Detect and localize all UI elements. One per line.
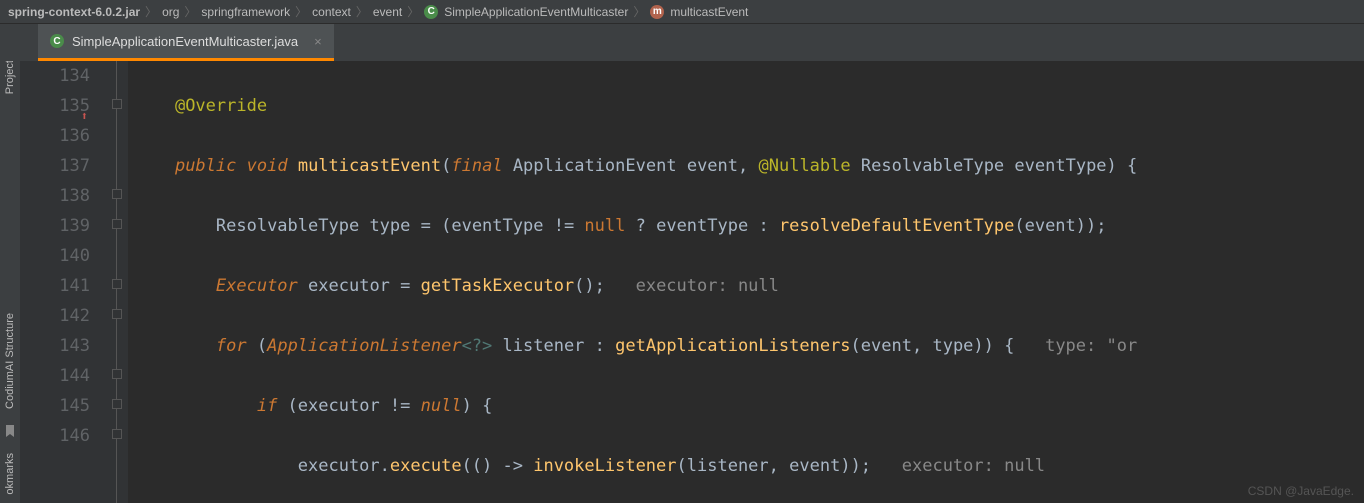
class-file-icon: C [50,34,64,48]
breadcrumb-pkg[interactable]: context [312,5,351,19]
annotation: @Nullable [759,156,851,176]
parameter: event [1025,216,1076,236]
override-marker-icon[interactable]: ⬆ [78,101,88,111]
chevron-right-icon: 〉 [356,3,368,20]
fold-toggle-icon[interactable] [112,219,122,229]
parameter: event [861,336,912,356]
codium-structure-tool-button[interactable]: CodiumAI Structure [2,305,18,417]
variable: listener [503,336,585,356]
type: ApplicationEvent [513,156,677,176]
method-call: getApplicationListeners [615,336,850,356]
parameter: event [687,156,738,176]
tool-window-rail: Project CodiumAI Structure okmarks [0,24,20,503]
line-number[interactable]: 137 [20,151,90,181]
line-number[interactable]: 143 [20,331,90,361]
editor-tab[interactable]: C SimpleApplicationEventMulticaster.java… [38,24,334,61]
type: Executor [216,276,298,296]
keyword: for [216,336,247,356]
keyword: if [257,396,277,416]
variable: type [932,336,973,356]
breadcrumb-pkg[interactable]: org [162,5,179,19]
line-number[interactable]: 134 [20,61,90,91]
breadcrumb-method-label: multicastEvent [670,5,748,19]
line-number[interactable]: 141 [20,271,90,301]
line-number[interactable]: 135⬆ [20,91,90,121]
breadcrumb-class-label: SimpleApplicationEventMulticaster [444,5,628,19]
line-number[interactable]: 142 [20,301,90,331]
fold-toggle-icon[interactable] [112,99,122,109]
bookmarks-icon[interactable] [2,423,18,439]
class-icon: C [424,5,438,19]
code-line[interactable]: ResolvableType type = (eventType != null… [128,211,1364,241]
keyword: null [421,396,462,416]
method-name: multicastEvent [298,156,441,176]
line-number[interactable]: 145 [20,391,90,421]
code-line[interactable]: public void multicastEvent(final Applica… [128,151,1364,181]
breadcrumb-library[interactable]: spring-context-6.0.2.jar [8,5,140,19]
parameter: event [789,456,840,476]
chevron-right-icon: 〉 [184,3,196,20]
code-line[interactable]: @Override [128,91,1364,121]
generic: <?> [462,336,493,356]
code-area[interactable]: @Override public void multicastEvent(fin… [128,61,1364,503]
variable: executor [308,276,390,296]
watermark-label: CSDN @JavaEdge. [1248,484,1354,498]
method-call: resolveDefaultEventType [779,216,1014,236]
breadcrumb-pkg[interactable]: event [373,5,402,19]
chevron-right-icon: 〉 [145,3,157,20]
code-line[interactable]: for (ApplicationListener<?> listener : g… [128,331,1364,361]
chevron-right-icon: 〉 [407,3,419,20]
bookmarks-tool-button[interactable]: okmarks [2,445,18,503]
breadcrumb-class[interactable]: C SimpleApplicationEventMulticaster [424,5,628,19]
chevron-right-icon: 〉 [295,3,307,20]
parameter: eventType [1014,156,1106,176]
line-number-gutter[interactable]: 134 135⬆ 136 137 138 139 140 141 142 143… [20,61,108,503]
line-number[interactable]: 140 [20,241,90,271]
line-number[interactable]: 146 [20,421,90,451]
inline-hint: executor: null [636,276,779,296]
code-line[interactable]: if (executor != null) { [128,391,1364,421]
variable: type [369,216,410,236]
code-line[interactable]: executor.execute(() -> invokeListener(li… [128,451,1364,481]
line-number[interactable]: 139 [20,211,90,241]
type: ResolvableType [861,156,1004,176]
line-number[interactable]: 138 [20,181,90,211]
inline-hint: type: "or [1045,336,1137,356]
variable: executor [298,396,380,416]
keyword: public [175,156,236,176]
breadcrumb-pkg[interactable]: springframework [201,5,290,19]
method-call: getTaskExecutor [421,276,575,296]
fold-toggle-icon[interactable] [112,309,122,319]
fold-toggle-icon[interactable] [112,189,122,199]
parameter: eventType [451,216,543,236]
fold-toggle-icon[interactable] [112,369,122,379]
breadcrumb-method[interactable]: m multicastEvent [650,5,748,19]
fold-toggle-icon[interactable] [112,399,122,409]
keyword: void [247,156,288,176]
parameter: eventType [656,216,748,236]
line-number[interactable]: 136 [20,121,90,151]
editor-tab-bar: C SimpleApplicationEventMulticaster.java… [0,24,1364,61]
code-line[interactable]: Executor executor = getTaskExecutor(); e… [128,271,1364,301]
chevron-right-icon: 〉 [633,3,645,20]
variable: executor [298,456,380,476]
fold-toggle-icon[interactable] [112,279,122,289]
type: ResolvableType [216,216,359,236]
fold-toggle-icon[interactable] [112,429,122,439]
tab-label: SimpleApplicationEventMulticaster.java [72,34,298,49]
variable: listener [687,456,769,476]
fold-gutter[interactable] [108,61,128,503]
inline-hint: executor: null [902,456,1045,476]
close-icon[interactable]: × [314,34,322,49]
annotation: @Override [175,96,267,116]
method-icon: m [650,5,664,19]
line-number[interactable]: 144 [20,361,90,391]
code-editor[interactable]: 134 135⬆ 136 137 138 139 140 141 142 143… [20,61,1364,503]
keyword: null [584,216,625,236]
method-call: execute [390,456,462,476]
method-call: invokeListener [533,456,676,476]
type: ApplicationListener [267,336,461,356]
breadcrumb-bar: spring-context-6.0.2.jar 〉 org 〉 springf… [0,0,1364,24]
keyword: final [451,156,502,176]
